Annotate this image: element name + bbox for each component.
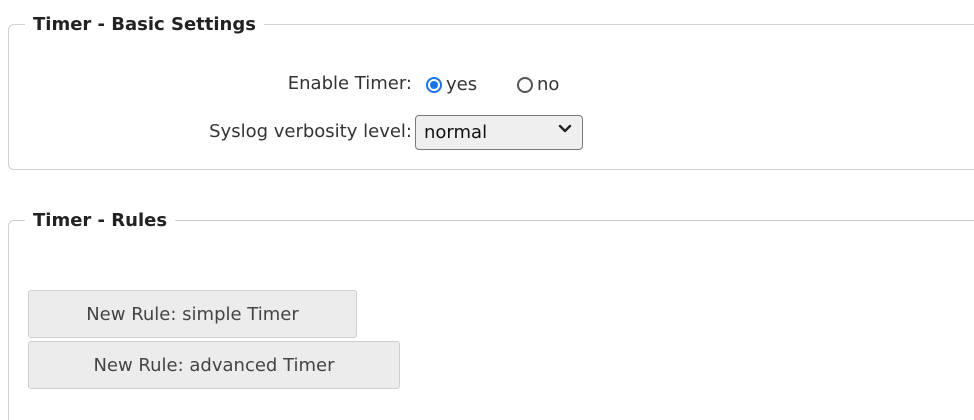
enable-no-label: no <box>537 74 560 95</box>
enable-no-radio[interactable]: no <box>517 74 559 95</box>
enable-yes-radio[interactable]: yes <box>426 74 477 95</box>
radio-selected-icon[interactable] <box>426 76 442 93</box>
enable-timer-label: Enable Timer: <box>287 73 412 94</box>
basic-settings-legend: Timer - Basic Settings <box>33 14 256 35</box>
syslog-verbosity-label: Syslog verbosity level: <box>209 121 412 142</box>
syslog-verbosity-select[interactable]: normal <box>415 115 583 150</box>
enable-yes-label: yes <box>446 74 478 95</box>
radio-unselected-icon[interactable] <box>517 76 533 93</box>
syslog-verbosity-value: normal <box>424 122 488 143</box>
rules-legend: Timer - Rules <box>33 210 168 231</box>
chevron-down-icon <box>558 122 572 140</box>
new-rule-advanced-timer-button[interactable]: New Rule: advanced Timer <box>28 341 400 389</box>
new-rule-simple-timer-button[interactable]: New Rule: simple Timer <box>28 290 357 338</box>
